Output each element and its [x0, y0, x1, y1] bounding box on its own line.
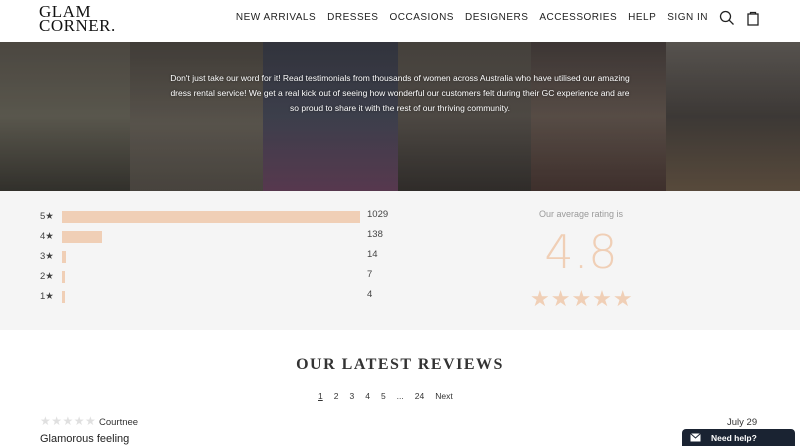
- rating-row-3: 3★ 14: [40, 249, 378, 263]
- rating-bar-track: [62, 291, 360, 303]
- hero-overlay: [0, 42, 800, 191]
- rating-bar-track: [62, 211, 360, 223]
- page-link-5[interactable]: 5: [381, 391, 386, 401]
- reviews-heading: OUR LATEST REVIEWS: [296, 356, 504, 373]
- review-title: Glamorous feeling: [40, 433, 130, 445]
- rating-bar-track: [62, 231, 360, 243]
- rating-bar: [62, 251, 67, 263]
- need-help-button[interactable]: Need help?: [682, 429, 795, 446]
- page-link-1[interactable]: 1: [318, 391, 323, 401]
- rating-row-5: 5★ 1029: [40, 209, 388, 223]
- rating-label: 2★: [40, 270, 54, 282]
- pagination: 1 2 3 4 5 ... 24 Next: [318, 391, 464, 401]
- rating-bar: [62, 291, 65, 303]
- rating-row-2: 2★ 7: [40, 269, 372, 283]
- rating-bar-track: [62, 271, 360, 283]
- average-rating-value: 4.8: [544, 225, 618, 279]
- rating-bar: [62, 211, 360, 223]
- nav-dresses[interactable]: DRESSES: [327, 12, 378, 23]
- rating-row-1: 1★ 4: [40, 289, 372, 303]
- rating-label: 3★: [40, 250, 54, 262]
- search-icon[interactable]: [719, 10, 735, 26]
- nav-new-arrivals[interactable]: NEW ARRIVALS: [236, 12, 316, 23]
- page-link-2[interactable]: 2: [334, 391, 339, 401]
- rating-count: 7: [367, 269, 373, 280]
- rating-count: 138: [367, 229, 383, 240]
- page-link-24[interactable]: 24: [415, 391, 424, 401]
- rating-label: 4★: [40, 230, 54, 242]
- reviewer-name: Courtnee: [99, 417, 139, 428]
- rating-label: 5★: [40, 210, 54, 222]
- hero-text: Don't just take our word for it! Read te…: [170, 73, 630, 113]
- rating-row-4: 4★ 138: [40, 229, 383, 243]
- rating-bar-track: [62, 251, 360, 263]
- need-help-label: Need help?: [711, 432, 757, 443]
- testimonial-hero: Don't just take our word for it! Read te…: [0, 42, 800, 191]
- site-header: GLAM CORNER. NEW ARRIVALS DRESSES OCCASI…: [0, 0, 800, 42]
- review-date: July 29: [727, 417, 758, 428]
- ratings-summary: 5★ 1029 4★ 138 3★ 14 2★ 7 1★ 4 Our avera…: [0, 191, 800, 330]
- nav-occasions[interactable]: OCCASIONS: [389, 12, 454, 23]
- rating-count: 1029: [367, 209, 389, 220]
- logo-line-2: CORNER.: [39, 16, 116, 35]
- page-link-4[interactable]: 4: [365, 391, 370, 401]
- nav-designers[interactable]: DESIGNERS: [465, 12, 528, 23]
- rating-bar: [62, 231, 102, 243]
- logo[interactable]: GLAM CORNER.: [39, 3, 116, 35]
- rating-count: 4: [367, 289, 373, 300]
- mail-icon: [690, 433, 701, 442]
- nav-help[interactable]: HELP: [628, 12, 656, 23]
- average-rating-stars: ★★★★★: [530, 286, 634, 311]
- nav-sign-in[interactable]: SIGN IN: [667, 12, 708, 23]
- review-stars: ★★★★★: [40, 414, 97, 428]
- rating-label: 1★: [40, 290, 54, 302]
- page-next[interactable]: Next: [435, 391, 452, 401]
- nav-accessories[interactable]: ACCESSORIES: [539, 12, 617, 23]
- main-nav: NEW ARRIVALS DRESSES OCCASIONS DESIGNERS…: [225, 12, 708, 23]
- rating-bar: [62, 271, 65, 283]
- shopping-bag-icon[interactable]: [745, 10, 761, 26]
- page-ellipsis: ...: [396, 391, 404, 401]
- page-link-3[interactable]: 3: [349, 391, 354, 401]
- rating-count: 14: [367, 249, 378, 260]
- average-rating-label: Our average rating is: [538, 209, 624, 219]
